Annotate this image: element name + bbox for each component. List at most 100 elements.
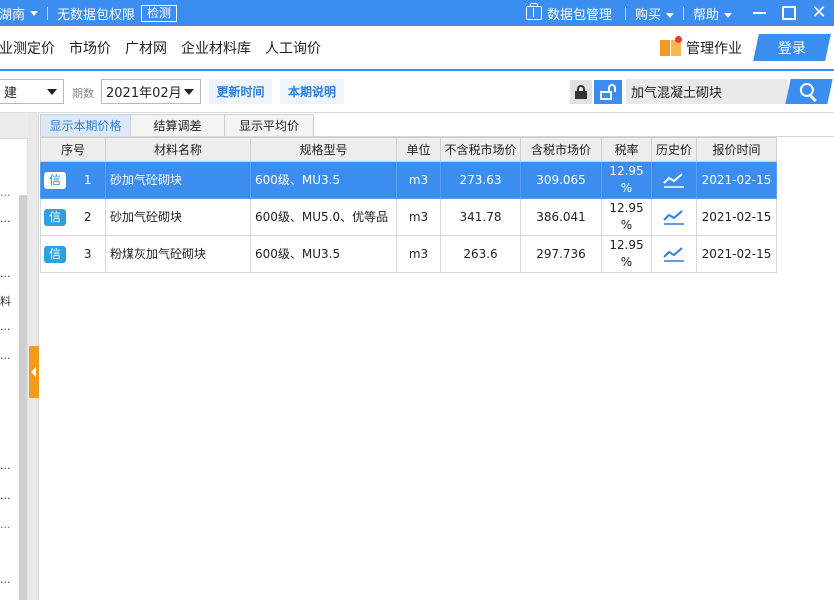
search-icon — [800, 82, 818, 102]
maximize-icon — [782, 6, 796, 20]
row-number: 3 — [83, 246, 92, 261]
column-header[interactable]: 税率 — [601, 137, 652, 162]
credit-badge[interactable]: 信 — [44, 245, 66, 263]
region-label: 湖南 — [0, 7, 26, 23]
nav-item-forecast-price[interactable]: 业测定价 — [0, 38, 55, 58]
search-input[interactable]: 加气混凝土砌块 — [626, 79, 788, 104]
spec: 600级、MU3.5 — [250, 161, 397, 199]
history-price-cell[interactable] — [651, 161, 697, 199]
tax-rate: 12.95 % — [601, 161, 652, 199]
manage-work-button[interactable]: 管理作业 — [660, 35, 742, 58]
tree-item[interactable]: ... — [0, 573, 11, 586]
maximize-button[interactable] — [774, 0, 804, 26]
price-incl-tax: 297.736 — [520, 235, 602, 273]
unit: m3 — [396, 161, 441, 199]
history-price-cell[interactable] — [651, 198, 697, 236]
close-button[interactable]: ✕ — [804, 0, 834, 26]
close-icon: ✕ — [811, 2, 827, 23]
nav-right: 管理作业 登录 — [660, 26, 834, 69]
price-excl-tax: 273.63 — [440, 161, 521, 199]
briefcase-icon — [525, 3, 542, 20]
column-header[interactable]: 序号 — [40, 137, 106, 162]
tree-item[interactable]: ... — [0, 349, 11, 362]
column-header[interactable]: 历史价 — [651, 137, 697, 162]
region-select-value: 建 — [4, 86, 18, 101]
tree-item[interactable]: ... — [0, 459, 11, 472]
tree-item[interactable]: ... — [0, 186, 11, 199]
lock-icon — [575, 85, 587, 99]
region-select[interactable]: 建 — [0, 79, 64, 104]
title-bar-right: 数据包管理 购买 帮助 ✕ — [525, 0, 834, 26]
period-label: 期数 — [72, 87, 94, 100]
login-button[interactable]: 登录 — [753, 34, 831, 61]
tab-average-price[interactable]: 显示平均价 — [224, 114, 314, 136]
column-header[interactable]: 规格型号 — [250, 137, 397, 162]
tree-header — [0, 113, 28, 139]
tree-item[interactable]: ... — [0, 518, 11, 531]
spec: 600级、MU5.0、优等品 — [250, 198, 397, 236]
minimize-button[interactable] — [744, 0, 774, 26]
chevron-down-icon — [30, 10, 39, 16]
unit: m3 — [396, 198, 441, 236]
quote-date: 2021-02-15 — [696, 235, 777, 273]
tree-item[interactable]: 料 — [0, 293, 11, 309]
price-excl-tax: 263.6 — [440, 235, 521, 273]
chevron-left-icon — [31, 367, 36, 377]
update-time-button[interactable]: 更新时间 — [209, 79, 272, 104]
search-button[interactable] — [785, 79, 833, 104]
nav-item-labor-inquiry[interactable]: 人工询价 — [265, 38, 321, 58]
separator — [682, 6, 684, 20]
table-row[interactable]: 信 1 砂加气砼砌块 600级、MU3.5 m3 273.63 309.065 … — [40, 161, 777, 199]
column-header[interactable]: 不含税市场价 — [440, 137, 521, 162]
column-header[interactable]: 单位 — [396, 137, 441, 162]
separator — [624, 6, 626, 20]
nav-item-guangcai-net[interactable]: 广材网 — [125, 38, 167, 58]
price-incl-tax: 386.041 — [520, 198, 602, 236]
credit-badge[interactable]: 信 — [44, 208, 66, 226]
column-header[interactable]: 含税市场价 — [520, 137, 602, 162]
column-header[interactable]: 材料名称 — [105, 137, 251, 162]
unlock-button[interactable] — [594, 80, 622, 104]
collapse-panel-button[interactable] — [29, 346, 39, 398]
tree-item[interactable]: ... — [0, 212, 11, 225]
help-label: 帮助 — [692, 7, 719, 23]
tree-item[interactable]: ... — [0, 489, 11, 502]
table-row[interactable]: 信 3 粉煤灰加气砼砌块 600级、MU3.5 m3 263.6 297.736… — [40, 235, 777, 273]
tax-rate: 12.95 % — [601, 198, 652, 236]
tree-item[interactable]: ... — [0, 320, 11, 333]
manage-work-label: 管理作业 — [686, 40, 742, 57]
row-number: 2 — [83, 209, 92, 224]
lock-button[interactable] — [570, 80, 592, 104]
tab-settlement-adjust[interactable]: 结算调差 — [130, 114, 225, 136]
buy-menu[interactable]: 购买 — [635, 4, 674, 23]
quote-date: 2021-02-15 — [696, 198, 777, 236]
nav-item-enterprise-library[interactable]: 企业材料库 — [181, 38, 251, 58]
buy-label: 购买 — [634, 7, 661, 23]
period-select-value: 2021年02月 — [106, 86, 182, 101]
tab-current-price[interactable]: 显示本期价格 — [40, 114, 131, 136]
spec: 600级、MU3.5 — [250, 235, 397, 273]
period-note-button[interactable]: 本期说明 — [280, 79, 344, 104]
tree-scrollbar[interactable] — [19, 195, 27, 600]
column-header[interactable]: 报价时间 — [696, 137, 777, 162]
data-package-button[interactable]: 数据包管理 — [547, 4, 612, 23]
price-incl-tax: 309.065 — [520, 161, 602, 199]
unit: m3 — [396, 235, 441, 273]
material-name: 砂加气砼砌块 — [105, 161, 251, 199]
check-button[interactable]: 检测 — [141, 4, 178, 22]
table-row[interactable]: 信 2 砂加气砼砌块 600级、MU5.0、优等品 m3 341.78 386.… — [40, 198, 777, 236]
chevron-down-icon — [47, 89, 57, 95]
row-number-cell: 信 1 — [40, 161, 106, 199]
nav-item-market-price[interactable]: 市场价 — [69, 38, 111, 58]
history-price-cell[interactable] — [651, 235, 697, 273]
tree-item[interactable]: ... — [0, 267, 11, 280]
quote-date: 2021-02-15 — [696, 161, 777, 199]
period-select[interactable]: 2021年02月 — [101, 79, 201, 104]
main-nav: 业测定价 市场价 广材网 企业材料库 人工询价 管理作业 登录 — [0, 26, 834, 71]
tax-rate: 12.95 % — [601, 235, 652, 273]
price-table: 序号 材料名称 规格型号 单位 不含税市场价 含税市场价 税率 历史价 报价时间… — [40, 137, 777, 273]
credit-badge[interactable]: 信 — [44, 171, 66, 189]
region-selector[interactable]: 湖南 — [0, 4, 39, 23]
help-menu[interactable]: 帮助 — [693, 4, 732, 23]
filter-toolbar: 建 期数 2021年02月 更新时间 本期说明 加气混凝土砌块 — [0, 71, 834, 113]
